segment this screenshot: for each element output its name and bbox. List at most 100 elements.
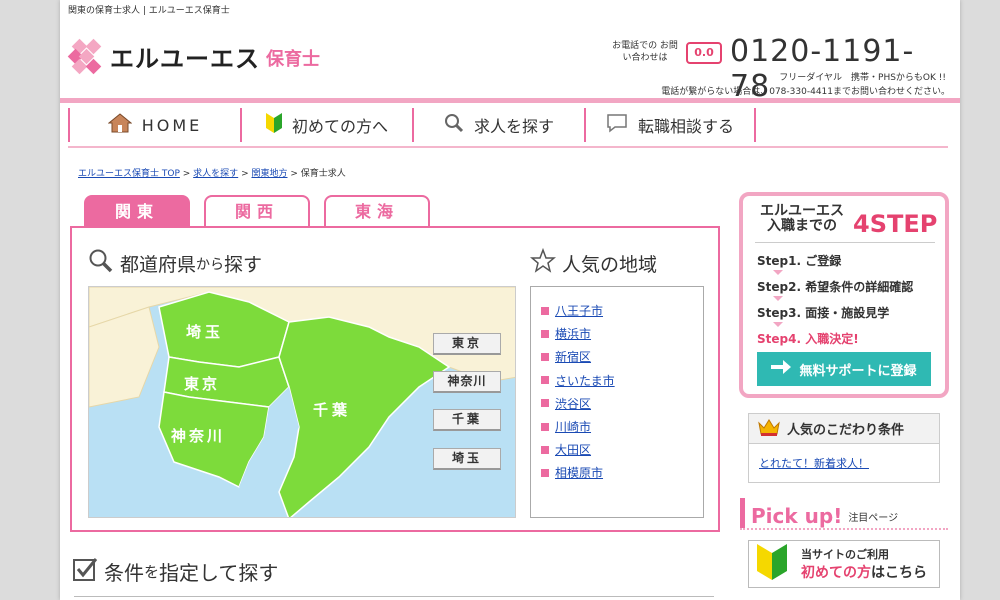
arrow-down-icon [773, 270, 783, 275]
popular-area-link[interactable]: 新宿区 [555, 348, 591, 365]
first-line2-b: はこちら [871, 565, 927, 581]
nav-consult-label: 転職相談する [637, 117, 734, 136]
step-title-line2: 入職までの [767, 218, 837, 234]
freedial-icon: 0.0 [686, 42, 722, 64]
header-divider [60, 98, 960, 103]
popular-area-link[interactable]: 八王子市 [555, 302, 603, 319]
list-item[interactable]: 横浜市 [541, 322, 703, 345]
first-line1: 当サイトのご利用 [801, 548, 889, 561]
nav-first-label: 初めての方へ [291, 117, 388, 136]
register-button[interactable]: 無料サポートに登録 [757, 352, 931, 386]
list-item[interactable]: 相模原市 [541, 461, 703, 484]
popular-area-link[interactable]: さいたま市 [555, 372, 615, 389]
nav-first[interactable]: 初めての方へ [240, 108, 412, 142]
nav-home-label: HOME [141, 115, 203, 135]
list-item[interactable]: 渋谷区 [541, 392, 703, 415]
pref-button-chiba[interactable]: 千葉 [433, 409, 501, 431]
popular-area-link[interactable]: 渋谷区 [555, 395, 591, 412]
popular-conditions: 人気のこだわり条件 とれたて！新着求人！ [748, 413, 940, 483]
tab-kanto[interactable]: 関東 [84, 195, 190, 227]
popular-area-link[interactable]: 川崎市 [555, 418, 591, 435]
list-item[interactable]: 新宿区 [541, 345, 703, 368]
list-item[interactable]: さいたま市 [541, 369, 703, 392]
bullet-icon [541, 329, 549, 338]
cond-title-a: 条件 [104, 561, 144, 585]
pref-title-a: 都道府県 [120, 254, 197, 276]
bullet-icon [541, 445, 549, 454]
first-line2-a: 初めての方 [801, 565, 871, 581]
popular-area-link[interactable]: 相模原市 [555, 464, 603, 481]
speech-bubble-icon [606, 113, 628, 138]
global-nav: HOME 初めての方へ 求人を探す 転職相談する [68, 108, 948, 144]
first-time-text: 当サイトのご利用 初めての方はこちら [801, 546, 927, 582]
pref-button-saitama[interactable]: 埼玉 [433, 448, 501, 470]
pickup-title: Pick up! [751, 504, 843, 528]
pref-title-b: から [196, 256, 225, 273]
nav-search[interactable]: 求人を探す [412, 108, 584, 142]
step-title-line1: エルユーエス [760, 203, 844, 219]
top-note: 関東の保育士求人 | エルユーエス保育士 [68, 6, 230, 16]
crown-icon [757, 417, 781, 441]
breadcrumb-sep: > [182, 169, 191, 179]
tab-tokai[interactable]: 東海 [324, 195, 430, 227]
map-label-kanagawa[interactable]: 神奈川 [171, 425, 225, 446]
first-line2: 初めての方はこちら [801, 562, 927, 582]
pref-title-c: 探す [224, 254, 263, 276]
map-label-tokyo[interactable]: 東京 [184, 373, 220, 394]
house-icon [107, 112, 133, 138]
pref-button-tokyo[interactable]: 東京 [433, 333, 501, 355]
map-label-saitama[interactable]: 埼玉 [186, 321, 224, 342]
arrow-right-icon [771, 360, 792, 378]
checkbox-icon [72, 556, 98, 587]
breadcrumb-current: 保育士求人 [300, 169, 346, 179]
breadcrumb-sep: > [290, 169, 298, 179]
four-step-box: エルユーエス 入職までの 4STEP Step1. ご登録 Step2. 希望条… [739, 192, 949, 398]
step-3: Step3. 面接・施設見学 [757, 306, 890, 320]
pref-search-title: 都道府県 から 探す [88, 248, 262, 279]
search-icon [88, 248, 114, 279]
list-item[interactable]: 大田区 [541, 438, 703, 461]
bullet-icon [541, 399, 549, 408]
nav-consult[interactable]: 転職相談する [584, 108, 756, 142]
site-logo[interactable]: エルユーエス 保育士 [67, 36, 320, 76]
step-1: Step1. ご登録 [757, 254, 842, 268]
contact-area: お電話での お問い合わせは 0.0 0120-1191-78 フリーダイヤル 携… [610, 34, 950, 104]
pickup-divider [740, 528, 948, 530]
map-svg [89, 287, 515, 517]
step-title: エルユーエス 入職までの [753, 204, 851, 234]
popular-area-link[interactable]: 大田区 [555, 441, 591, 458]
list-item[interactable]: 川崎市 [541, 415, 703, 438]
arrow-down-icon [773, 296, 783, 301]
popular-area-title: 人気の地域 [529, 247, 657, 279]
cond-title-c: 指定して探す [159, 561, 279, 585]
map-label-chiba[interactable]: 千葉 [313, 399, 351, 420]
bullet-icon [541, 468, 549, 477]
step-4: Step4. 入職決定! [757, 332, 859, 346]
condition-table [74, 596, 714, 600]
bullet-icon [541, 306, 549, 315]
nav-divider [68, 146, 948, 148]
step-divider [755, 242, 935, 243]
tab-kansai[interactable]: 関西 [204, 195, 310, 227]
pref-button-kanagawa[interactable]: 神奈川 [433, 371, 501, 393]
kanto-map[interactable]: 埼玉 東京 神奈川 千葉 東京 神奈川 千葉 埼玉 [88, 286, 516, 518]
bullet-icon [541, 422, 549, 431]
popular-area-link[interactable]: 横浜市 [555, 325, 591, 342]
first-time-banner[interactable]: 当サイトのご利用 初めての方はこちら [748, 540, 940, 588]
breadcrumb-top[interactable]: エルユーエス保育士 TOP [78, 169, 180, 179]
logo-sub: 保育士 [266, 49, 320, 70]
breadcrumb-kanto[interactable]: 関東地方 [251, 169, 287, 179]
nav-home[interactable]: HOME [68, 108, 240, 142]
list-item[interactable]: 八王子市 [541, 299, 703, 322]
region-panel: 都道府県 から 探す 埼玉 東京 神奈川 千葉 東京 神奈川 千葉 埼玉 人気の… [70, 226, 720, 532]
step-big: 4STEP [853, 210, 938, 238]
new-jobs-link[interactable]: とれたて！新着求人！ [759, 455, 869, 471]
cond-title-b: を [144, 563, 160, 581]
logo-name: エルユーエス [110, 44, 260, 73]
condition-search-title: 条件を指定して探す [72, 556, 278, 587]
breadcrumb-search[interactable]: 求人を探す [193, 169, 238, 179]
beginner-mark-icon [757, 544, 787, 584]
breadcrumb: エルユーエス保育士 TOP > 求人を探す > 関東地方 > 保育士求人 [78, 166, 346, 179]
star-icon [529, 247, 557, 279]
arrow-down-icon [773, 322, 783, 327]
